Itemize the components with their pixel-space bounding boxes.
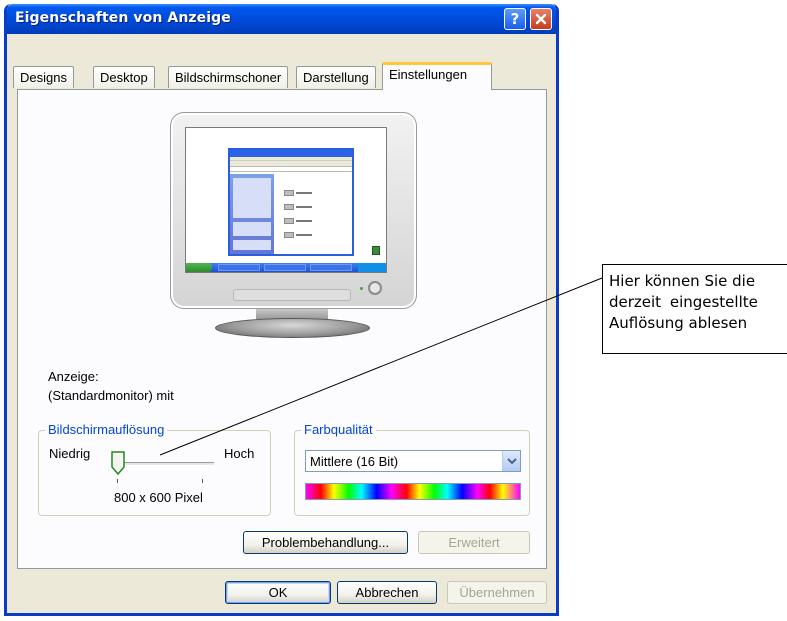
title-bar[interactable]: Eigenschaften von Anzeige ? xyxy=(7,4,556,34)
advanced-button[interactable]: Erweitert xyxy=(418,531,530,554)
help-button[interactable]: ? xyxy=(504,8,526,30)
ok-button[interactable]: OK xyxy=(225,581,331,604)
tab-desktop[interactable]: Desktop xyxy=(93,66,155,88)
chevron-down-icon xyxy=(506,458,517,465)
start-button-icon xyxy=(186,263,212,272)
color-quality-group: Farbqualität Mittlere (16 Bit) xyxy=(294,422,530,516)
window-title: Eigenschaften von Anzeige xyxy=(15,10,231,26)
apply-button[interactable]: Übernehmen xyxy=(447,581,547,604)
monitor-name: (Standardmonitor) mit xyxy=(48,388,174,403)
tab-screensaver[interactable]: Bildschirmschoner xyxy=(168,66,289,88)
color-quality-select[interactable]: Mittlere (16 Bit) xyxy=(305,450,521,472)
dropdown-arrow-button[interactable] xyxy=(502,451,520,471)
resolution-high-label: Hoch xyxy=(224,446,255,461)
close-icon xyxy=(535,13,547,25)
callout-line-3: Auflösung ablesen xyxy=(609,314,748,332)
power-led-icon xyxy=(360,287,363,290)
resolution-slider-thumb[interactable] xyxy=(111,451,125,475)
display-label: Anzeige: xyxy=(48,369,99,384)
preview-taskbar xyxy=(186,263,386,272)
settings-panel: Anzeige: (Standardmonitor) mit Bildschir… xyxy=(17,89,547,569)
color-quality-value: Mittlere (16 Bit) xyxy=(310,454,399,469)
resolution-legend: Bildschirmauflösung xyxy=(45,422,168,437)
callout-line-2: derzeit eingestellte xyxy=(609,293,758,311)
color-spectrum-preview xyxy=(305,483,521,500)
resolution-slider-track[interactable] xyxy=(122,462,214,466)
troubleshoot-button[interactable]: Problembehandlung... xyxy=(243,531,408,554)
help-icon: ? xyxy=(510,10,520,28)
resolution-value: 800 x 600 Pixel xyxy=(114,490,203,505)
color-quality-legend: Farbqualität xyxy=(301,422,376,437)
preview-window-image xyxy=(228,148,354,256)
annotation-callout: Hier können Sie die derzeit eingestellte… xyxy=(602,264,787,354)
tab-appearance[interactable]: Darstellung xyxy=(296,66,376,88)
recycle-bin-icon xyxy=(372,246,380,255)
callout-line-1: Hier können Sie die xyxy=(609,272,756,290)
monitor-screen xyxy=(185,127,387,273)
monitor-stand xyxy=(215,318,370,338)
tab-settings[interactable]: Einstellungen xyxy=(382,62,492,90)
tab-designs[interactable]: Designs xyxy=(13,66,74,88)
cancel-button[interactable]: Abbrechen xyxy=(337,581,437,604)
monitor-preview xyxy=(170,112,417,309)
display-properties-window: Eigenschaften von Anzeige ? Designs Desk… xyxy=(4,4,559,616)
power-button-icon xyxy=(368,281,382,295)
resolution-low-label: Niedrig xyxy=(49,446,91,461)
close-button[interactable] xyxy=(530,8,552,30)
resolution-group: Bildschirmauflösung Niedrig Hoch 800 x 6… xyxy=(38,422,271,516)
